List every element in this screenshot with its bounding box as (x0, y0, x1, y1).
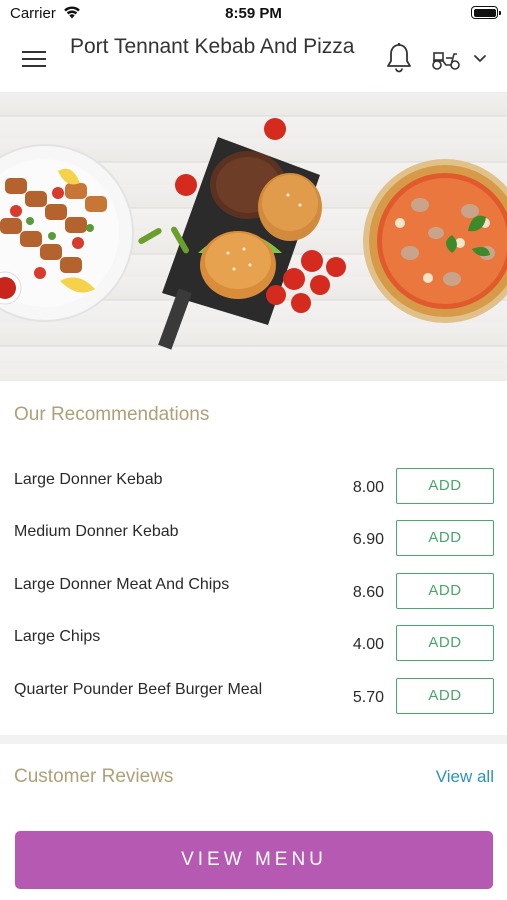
add-button[interactable]: ADD (396, 573, 494, 609)
chevron-down-icon[interactable] (472, 52, 488, 66)
list-item: Large Chips 4.00 ADD (0, 625, 507, 680)
list-item: Large Donner Kebab 8.00 ADD (0, 468, 507, 523)
section-divider (0, 735, 507, 744)
clock: 8:59 PM (225, 5, 282, 22)
item-price: 8.60 (352, 584, 384, 601)
add-button[interactable]: ADD (396, 678, 494, 714)
item-price: 6.90 (352, 531, 384, 548)
item-price: 8.00 (352, 479, 384, 496)
app-header: Port Tennant Kebab And Pizza (0, 26, 507, 93)
bell-icon[interactable] (384, 42, 414, 74)
pizza-illustration (363, 159, 507, 323)
list-item: Large Donner Meat And Chips 8.60 ADD (0, 573, 507, 628)
list-item: Medium Donner Kebab 6.90 ADD (0, 520, 507, 575)
hamburger-menu-icon[interactable] (22, 48, 48, 70)
hero-food-image (0, 93, 507, 381)
item-name: Large Donner Meat And Chips (14, 576, 230, 593)
list-item: Quarter Pounder Beef Burger Meal 5.70 AD… (0, 678, 507, 733)
item-name: Large Donner Kebab (14, 471, 163, 488)
status-bar: Carrier 8:59 PM (0, 0, 507, 26)
add-button[interactable]: ADD (396, 520, 494, 556)
scooter-icon[interactable] (430, 46, 462, 72)
view-all-link[interactable]: View all (436, 767, 494, 787)
item-name: Quarter Pounder Beef Burger Meal (14, 681, 263, 698)
page-title: Port Tennant Kebab And Pizza (70, 35, 355, 58)
item-name: Medium Donner Kebab (14, 523, 179, 540)
add-button[interactable]: ADD (396, 468, 494, 504)
add-button[interactable]: ADD (396, 625, 494, 661)
burger-board-illustration (138, 118, 346, 350)
recommendations-title: Our Recommendations (14, 404, 210, 425)
battery-icon (471, 6, 501, 19)
reviews-title: Customer Reviews (14, 766, 174, 787)
kebab-plate-illustration (0, 144, 134, 322)
item-name: Large Chips (14, 628, 101, 645)
view-menu-button[interactable]: VIEW MENU (15, 831, 493, 889)
item-price: 5.70 (352, 689, 384, 706)
item-price: 4.00 (352, 636, 384, 653)
